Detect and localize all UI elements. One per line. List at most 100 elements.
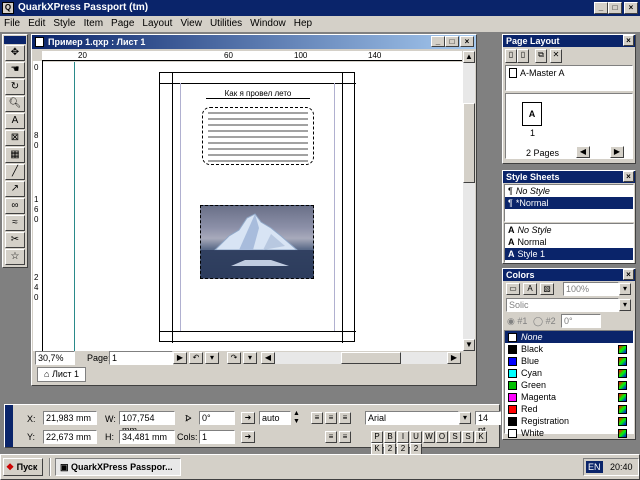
blank-facing-page-icon[interactable]: ▯ [517,49,529,63]
size-field[interactable]: 14 pt [475,411,501,435]
menu-window[interactable]: Window [246,16,290,32]
blend-dropdown-arrow-icon[interactable]: ▾ [619,299,631,311]
menu-edit[interactable]: Edit [24,16,49,32]
menu-hep[interactable]: Hep [290,16,316,32]
type-style-button[interactable]: W [423,431,435,443]
menu-file[interactable]: File [0,16,24,32]
align-justify-icon[interactable]: ≡ [325,431,337,443]
type-style-button[interactable]: I [397,431,409,443]
font-field[interactable]: Arial [365,411,459,425]
align-force-icon[interactable]: ≡ [339,431,351,443]
duplicate-master-icon[interactable]: ⧉ [535,49,547,63]
content-tool-icon[interactable]: ☚ [5,62,25,78]
line-tool-icon[interactable]: ╱ [5,164,25,180]
leading-arrow-icon[interactable]: ➜ [241,412,255,424]
text-box-tool-icon[interactable]: A [5,113,25,129]
shade-dropdown-arrow-icon[interactable]: ▾ [619,283,631,295]
type-style-button[interactable]: K [475,431,487,443]
rotation-tool-icon[interactable]: ↻ [5,79,25,95]
menu-style[interactable]: Style [49,16,79,32]
page-thumbnail[interactable]: A [522,102,542,126]
start-button[interactable]: ❖ Пуск [3,458,43,476]
close-button[interactable]: × [624,2,638,14]
color-item[interactable]: Blue [505,355,633,367]
tracking-arrow-icon[interactable]: ➜ [241,431,255,443]
text-box[interactable] [202,107,314,165]
doc-minimize-button[interactable]: _ [431,36,445,47]
sheet-tab[interactable]: ⌂ Лист 1 [37,367,86,382]
align-center-icon[interactable]: ≡ [325,412,337,424]
layout-scroll-left-arrow-icon[interactable]: ◀ [576,146,590,158]
picture-box[interactable] [200,205,314,279]
table-tool-icon[interactable]: ▦ [5,147,25,163]
menu-item[interactable]: Item [80,16,107,32]
align-right-icon[interactable]: ≡ [339,412,351,424]
doc-close-button[interactable]: × [460,36,474,47]
color-item[interactable]: Magenta [505,391,633,403]
menu-page[interactable]: Page [107,16,138,32]
vertical-scroll-thumb[interactable] [463,103,475,183]
scroll-down-arrow-icon[interactable]: ▼ [463,339,475,351]
colors-close-button[interactable]: × [623,269,634,280]
background-color-icon[interactable]: ▧ [540,283,554,295]
vertical-scrollbar[interactable]: ▲ ▼ [463,51,475,351]
frame-color-icon[interactable]: ▭ [506,283,520,295]
page-layout-close-button[interactable]: × [623,35,634,46]
text-path-tool-icon[interactable]: ↗ [5,181,25,197]
cols-field[interactable]: 1 [199,430,235,444]
page-menu-arrow-icon[interactable]: ▶ [173,352,187,364]
measurements-grip[interactable] [5,405,13,447]
type-style-button[interactable]: U [410,431,422,443]
delete-page-icon[interactable]: ✕ [550,49,562,63]
scissors-tool-icon[interactable]: ✂ [5,232,25,248]
page-field[interactable]: 1 [109,351,173,365]
type-style-button[interactable]: O [436,431,448,443]
horizontal-scroll-thumb[interactable] [341,352,401,364]
paragraph-style-item[interactable]: ¶ *Normal [505,197,633,209]
character-style-item[interactable]: A Style 1 [505,248,633,260]
menu-utilities[interactable]: Utilities [206,16,246,32]
color-item[interactable]: Green [505,379,633,391]
character-style-item[interactable]: A No Style [505,224,633,236]
minimize-button[interactable]: _ [594,2,608,14]
type-style-button[interactable]: S [449,431,461,443]
w-field[interactable]: 107,754 mm [119,411,175,435]
page-heading[interactable]: Как я провел лето [206,89,310,99]
x-field[interactable]: 21,983 mm [43,411,97,425]
blend-angle-field[interactable]: 0° [561,314,601,328]
scroll-right-arrow-icon[interactable]: ▶ [447,352,461,364]
blend-radio-1[interactable]: ◉ #1 [507,316,527,327]
zoom-tool-icon[interactable]: 🔍︎ [5,96,25,112]
type-style-button[interactable]: P [371,431,383,443]
redo-menu-icon[interactable]: ▾ [243,352,257,364]
scroll-left-arrow-icon[interactable]: ◀ [261,352,275,364]
color-item[interactable]: None [505,331,633,343]
leading-field[interactable]: auto [259,411,291,425]
horizontal-scrollbar[interactable]: ◀ ▶ [261,352,461,364]
undo-arrow-icon[interactable]: ↶ [189,352,203,364]
menu-layout[interactable]: Layout [138,16,176,32]
scroll-up-arrow-icon[interactable]: ▲ [463,51,475,63]
color-item[interactable]: Cyan [505,367,633,379]
pasteboard[interactable]: Как я провел лето [43,62,463,351]
maximize-button[interactable]: □ [608,2,622,14]
language-indicator[interactable]: EN [586,461,603,473]
color-item[interactable]: Black [505,343,633,355]
type-style-button[interactable]: S [462,431,474,443]
picture-box-tool-icon[interactable]: ⊠ [5,130,25,146]
layout-scroll-right-arrow-icon[interactable]: ▶ [610,146,624,158]
type-style-button[interactable]: B [384,431,396,443]
blend-radio-2[interactable]: ◯ #2 [533,316,556,327]
zoom-field[interactable]: 30,7% [35,351,75,365]
style-sheets-close-button[interactable]: × [623,171,634,182]
menu-view[interactable]: View [176,16,206,32]
color-item[interactable]: Registration [505,415,633,427]
font-dropdown-arrow-icon[interactable]: ▾ [459,412,471,424]
character-style-item[interactable]: A Normal [505,236,633,248]
document-page[interactable]: Как я провел лето [159,72,356,343]
paragraph-style-item[interactable]: ¶ No Style [505,185,633,197]
leading-spinner-icon[interactable]: ▲ ▼ [293,410,300,426]
item-tool-icon[interactable]: ✥ [5,45,25,61]
blend-field[interactable]: Solic [506,298,619,312]
doc-maximize-button[interactable]: □ [445,36,459,47]
